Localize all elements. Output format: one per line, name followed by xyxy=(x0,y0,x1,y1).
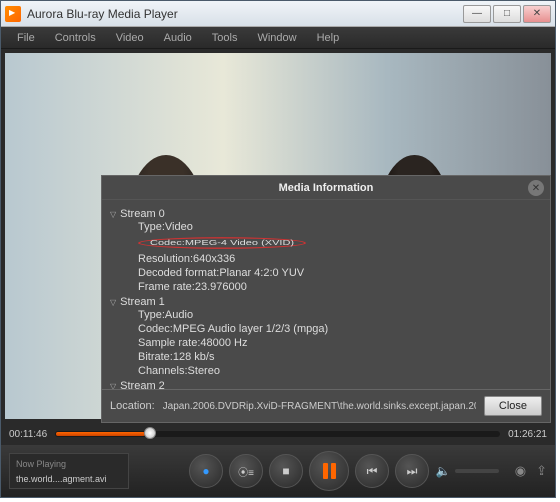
disc-icon: ● xyxy=(202,464,209,478)
media-info-title: Media Information xyxy=(279,182,374,194)
stream-1-label: Stream 1 xyxy=(120,296,165,308)
media-info-header[interactable]: Media Information ✕ xyxy=(102,176,550,200)
stop-icon: ■ xyxy=(282,464,289,478)
location-value: Japan.2006.DVDRip.XviD-FRAGMENT\the.worl… xyxy=(163,401,476,412)
time-total: 01:26:21 xyxy=(508,429,547,440)
disclosure-triangle-icon: ▽ xyxy=(110,298,116,307)
stop-button[interactable]: ■ xyxy=(269,454,303,488)
menu-tools[interactable]: Tools xyxy=(202,29,248,47)
video-viewport[interactable]: Media Information ✕ ▽ Stream 0 Type:Vide… xyxy=(5,53,551,419)
media-info-footer: Location: Japan.2006.DVDRip.XviD-FRAGMEN… xyxy=(102,389,550,422)
seek-fill xyxy=(56,432,145,436)
menu-controls[interactable]: Controls xyxy=(45,29,106,47)
stream-0-label: Stream 0 xyxy=(120,208,165,220)
app-icon xyxy=(5,6,21,22)
media-info-close-icon[interactable]: ✕ xyxy=(528,180,544,196)
stream-0-frame-rate: Frame rate:23.976000 xyxy=(110,280,542,294)
progress-row: 00:11:46 01:26:21 xyxy=(1,423,555,445)
codec-highlight-annotation: Codec:MPEG-4 Video (XVID) xyxy=(138,237,306,249)
stream-0: ▽ Stream 0 Type:Video Codec:MPEG-4 Video… xyxy=(110,208,542,294)
stream-1-head[interactable]: ▽ Stream 1 xyxy=(110,296,542,308)
menubar: File Controls Video Audio Tools Window H… xyxy=(1,27,555,49)
stream-2: ▽ Stream 2 xyxy=(110,380,542,389)
skip-forward-icon: ⏭ xyxy=(407,464,418,479)
now-playing-label: Now Playing xyxy=(16,459,122,469)
stream-1: ▽ Stream 1 Type:Audio Codec:MPEG Audio l… xyxy=(110,296,542,378)
stream-2-label: Stream 2 xyxy=(120,380,165,389)
stream-1-sample-rate: Sample rate:48000 Hz xyxy=(110,336,542,350)
close-button[interactable]: ✕ xyxy=(523,5,551,23)
time-elapsed: 00:11:46 xyxy=(9,429,47,440)
playlist-button[interactable]: ⦿≡ xyxy=(229,454,263,488)
app-window: Aurora Blu-ray Media Player — □ ✕ File C… xyxy=(0,0,556,498)
previous-button[interactable]: ⏮ xyxy=(355,454,389,488)
stream-1-channels: Channels:Stereo xyxy=(110,364,542,378)
volume-control: 🔈 xyxy=(436,464,499,478)
disclosure-triangle-icon: ▽ xyxy=(110,382,116,390)
media-info-body: ▽ Stream 0 Type:Video Codec:MPEG-4 Video… xyxy=(102,200,550,389)
window-title: Aurora Blu-ray Media Player xyxy=(27,7,463,21)
stream-1-bitrate: Bitrate:128 kb/s xyxy=(110,350,542,364)
stream-0-resolution: Resolution:640x336 xyxy=(110,252,542,266)
disclosure-triangle-icon: ▽ xyxy=(110,210,116,219)
menu-file[interactable]: File xyxy=(7,29,45,47)
media-info-close-button[interactable]: Close xyxy=(484,396,542,416)
share-button[interactable]: ⇪ xyxy=(536,463,547,479)
stream-0-head[interactable]: ▽ Stream 0 xyxy=(110,208,542,220)
stream-0-decoded-format: Decoded format:Planar 4:2:0 YUV xyxy=(110,266,542,280)
now-playing-file: the.world....agment.avi xyxy=(16,474,122,484)
controls-row: Now Playing the.world....agment.avi ● ⦿≡… xyxy=(1,445,555,497)
pause-icon xyxy=(323,463,336,479)
speaker-icon[interactable]: 🔈 xyxy=(436,464,451,478)
snapshot-button[interactable]: ◉ xyxy=(515,463,526,479)
menu-video[interactable]: Video xyxy=(106,29,154,47)
menu-audio[interactable]: Audio xyxy=(154,29,202,47)
seek-bar[interactable] xyxy=(55,431,500,437)
volume-slider[interactable] xyxy=(455,469,499,473)
next-button[interactable]: ⏭ xyxy=(395,454,429,488)
pause-button[interactable] xyxy=(309,451,349,491)
right-tool-icons: ◉ ⇪ xyxy=(515,463,547,479)
maximize-button[interactable]: □ xyxy=(493,5,521,23)
now-playing-box: Now Playing the.world....agment.avi xyxy=(9,453,129,489)
playlist-icon: ⦿≡ xyxy=(238,464,254,479)
window-controls: — □ ✕ xyxy=(463,5,551,23)
open-disc-button[interactable]: ● xyxy=(189,454,223,488)
stream-0-codec: Codec:MPEG-4 Video (XVID) xyxy=(110,234,542,252)
titlebar[interactable]: Aurora Blu-ray Media Player — □ ✕ xyxy=(1,1,555,27)
stream-2-head[interactable]: ▽ Stream 2 xyxy=(110,380,542,389)
stream-1-type: Type:Audio xyxy=(110,308,542,322)
minimize-button[interactable]: — xyxy=(463,5,491,23)
stream-1-codec: Codec:MPEG Audio layer 1/2/3 (mpga) xyxy=(110,322,542,336)
location-label: Location: xyxy=(110,400,155,412)
seek-thumb[interactable] xyxy=(144,427,156,439)
media-information-panel: Media Information ✕ ▽ Stream 0 Type:Vide… xyxy=(101,175,551,423)
stream-0-type: Type:Video xyxy=(110,220,542,234)
menu-help[interactable]: Help xyxy=(307,29,350,47)
menu-window[interactable]: Window xyxy=(247,29,306,47)
skip-back-icon: ⏮ xyxy=(367,464,378,479)
